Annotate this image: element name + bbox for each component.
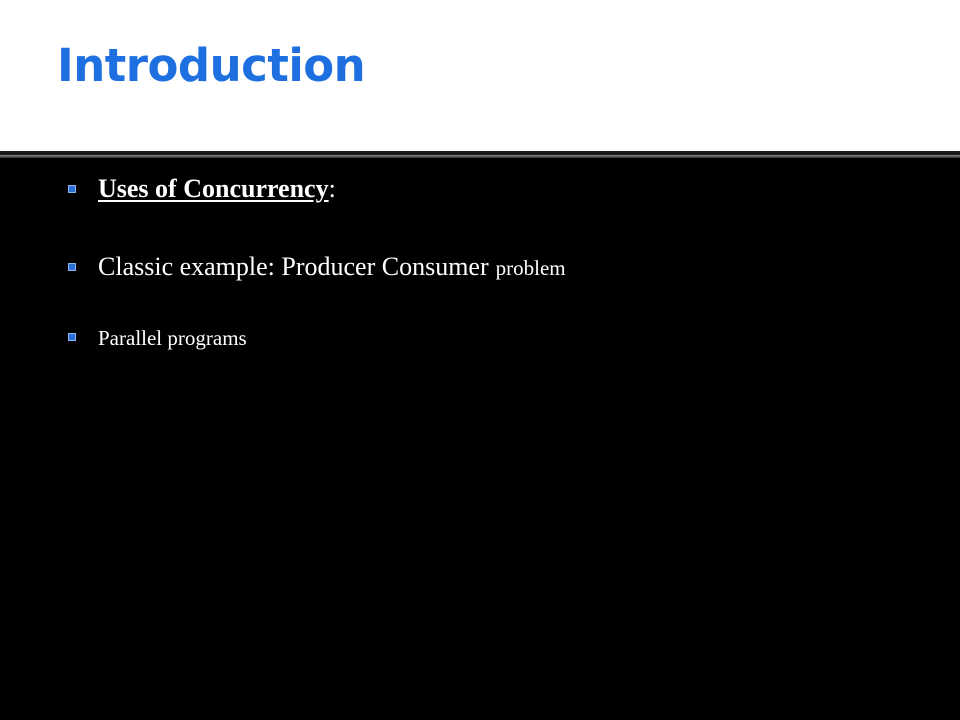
bullet-text: Parallel programs <box>98 326 247 350</box>
slide-title: Introduction <box>57 39 366 92</box>
title-band: Introduction <box>0 0 960 151</box>
bullet-small-text: problem <box>495 256 566 280</box>
bullet-text: Classic example: Producer Consumer <box>98 252 489 281</box>
bullet-item-classic-example: Classic example: Producer Consumer proble… <box>68 252 566 282</box>
bullet-text: Uses of Concurrency <box>98 174 329 203</box>
bullet-suffix: : <box>328 174 336 203</box>
square-bullet-icon <box>68 185 76 193</box>
bullet-item-uses-of-concurrency: Uses of Concurrency: <box>68 174 336 204</box>
slide: Introduction Uses of Concurrency: Classi… <box>0 0 960 720</box>
square-bullet-icon <box>68 263 76 271</box>
title-divider-highlight <box>0 155 960 158</box>
bullet-item-parallel-programs: Parallel programs <box>68 326 247 351</box>
square-bullet-icon <box>68 333 76 341</box>
